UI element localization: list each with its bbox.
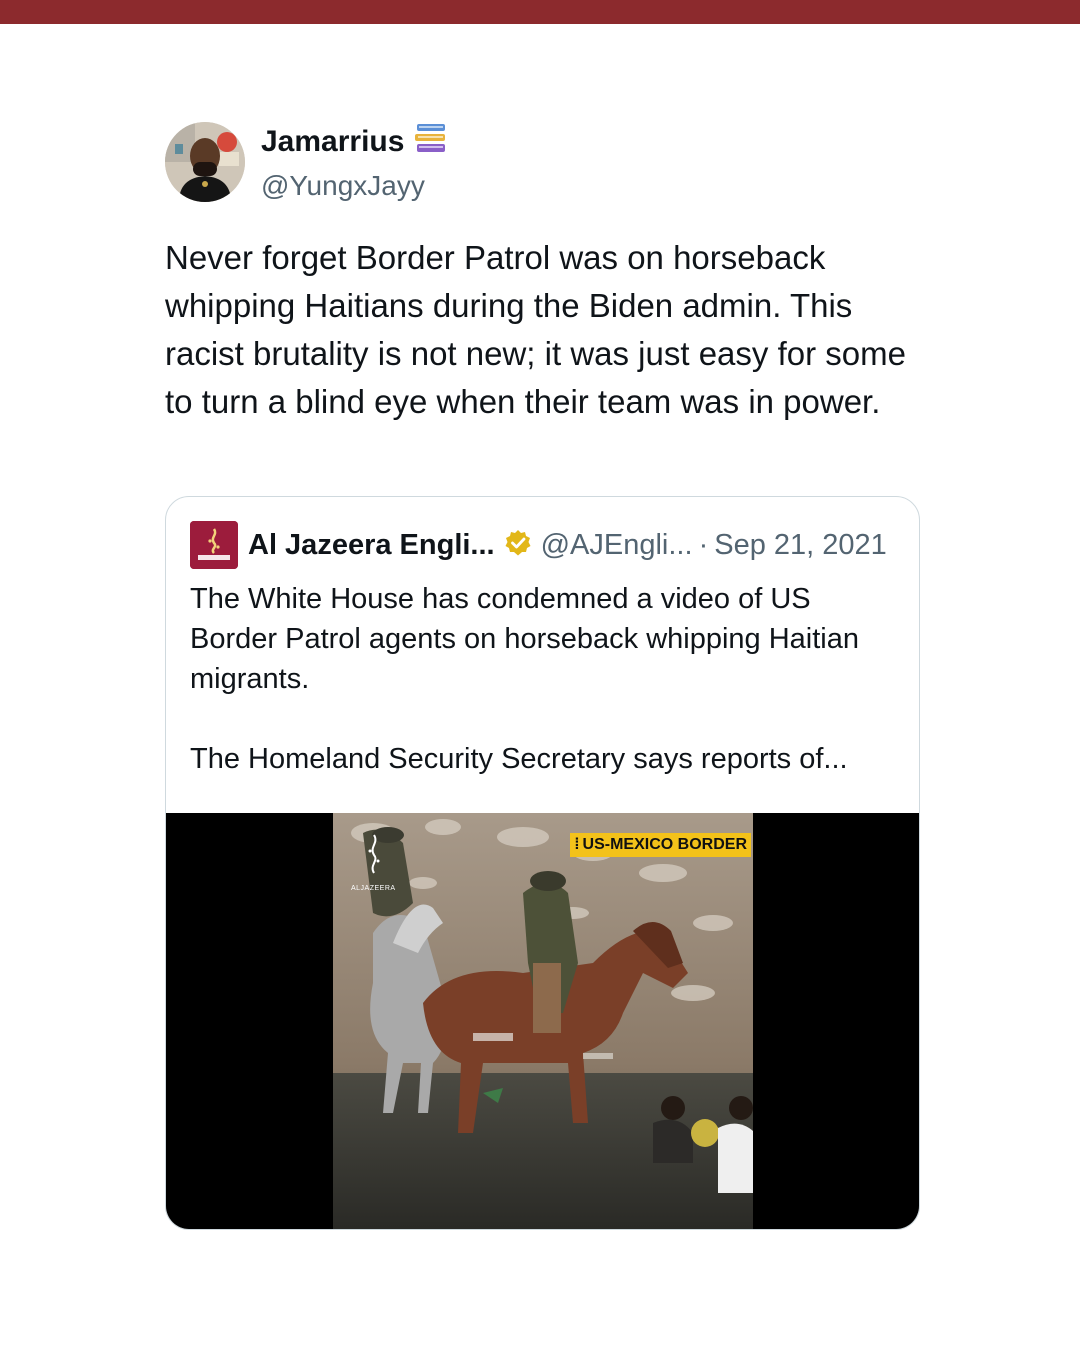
quoted-paragraph-1: The White House has condemned a video of…	[190, 583, 860, 695]
quoted-tweet-card[interactable]: Al Jazeera Engli... @AJEngli... · Sep 21…	[165, 496, 920, 1230]
quoted-handle[interactable]: @AJEngli...	[541, 529, 693, 562]
quoted-paragraph-2: The Homeland Security Secretary says rep…	[190, 743, 848, 775]
quoted-date[interactable]: Sep 21, 2021	[714, 529, 887, 562]
location-tag-label: US-MEXICO BORDER	[582, 836, 747, 853]
avatar-image	[165, 122, 245, 202]
verified-badge-icon	[503, 528, 533, 563]
tag-marker-icon: ⁞	[574, 836, 580, 853]
author-names: Jamarrius @YungxJayy	[261, 121, 448, 204]
quoted-tweet-header: Al Jazeera Engli... @AJEngli... · Sep 21…	[190, 521, 887, 569]
quoted-media[interactable]: ALJAZEERA ⁞ US-MEXICO BORDER	[166, 813, 919, 1229]
quoted-display-name[interactable]: Al Jazeera Engli...	[248, 529, 495, 562]
video-frame-image	[333, 813, 753, 1229]
author-handle[interactable]: @YungxJayy	[261, 168, 448, 204]
author-display-name[interactable]: Jamarrius	[261, 124, 404, 160]
top-accent-bar	[0, 0, 1080, 24]
header-separator: ·	[698, 528, 709, 561]
quoted-tweet-text: The White House has condemned a video of…	[190, 579, 900, 779]
tweet-text: Never forget Border Patrol was on horseb…	[165, 239, 906, 420]
location-tag: ⁞ US-MEXICO BORDER	[570, 833, 751, 857]
watermark-text: ALJAZEERA	[351, 885, 396, 892]
al-jazeera-watermark-icon	[363, 833, 385, 888]
books-emoji-icon	[414, 121, 448, 164]
avatar[interactable]	[165, 122, 245, 202]
author-display-name-row: Jamarrius	[261, 121, 448, 164]
video-thumbnail[interactable]: ALJAZEERA ⁞ US-MEXICO BORDER	[333, 813, 753, 1229]
al-jazeera-logo-icon[interactable]	[190, 521, 238, 569]
tweet-author-row: Jamarrius @YungxJayy	[165, 120, 920, 204]
tweet: Jamarrius @YungxJayy Never forget Border…	[165, 120, 920, 426]
